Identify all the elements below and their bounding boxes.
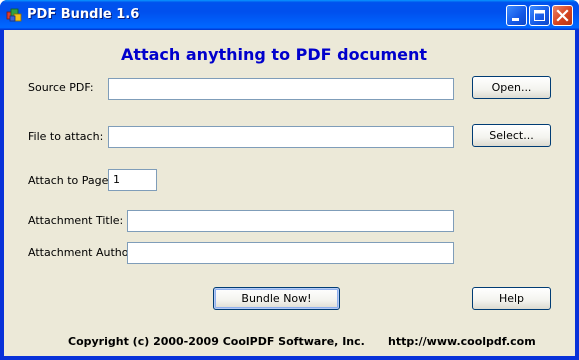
window-title: PDF Bundle 1.6 xyxy=(27,7,140,22)
maximize-button[interactable] xyxy=(529,5,550,26)
help-button[interactable]: Help xyxy=(472,287,551,310)
close-button[interactable] xyxy=(552,5,573,26)
file-to-attach-input[interactable] xyxy=(108,126,454,148)
website-link[interactable]: http://www.coolpdf.com xyxy=(388,335,536,348)
minimize-icon xyxy=(512,18,519,21)
copyright-text: Copyright (c) 2000-2009 CoolPDF Software… xyxy=(68,335,365,348)
open-button[interactable]: Open... xyxy=(472,76,551,99)
maximize-icon xyxy=(534,10,545,21)
app-icon[interactable] xyxy=(6,7,22,23)
select-button[interactable]: Select... xyxy=(472,124,551,147)
client-area: Attach anything to PDF document Source P… xyxy=(4,30,575,356)
attachment-title-input[interactable] xyxy=(127,210,454,232)
attachment-author-label: Attachment Author: xyxy=(28,246,137,259)
page-heading: Attach anything to PDF document xyxy=(120,45,428,64)
minimize-button[interactable] xyxy=(506,5,527,26)
file-to-attach-label: File to attach: xyxy=(28,130,104,143)
attach-to-page-input[interactable]: 1 xyxy=(108,169,157,191)
source-pdf-input[interactable] xyxy=(108,78,454,100)
attachment-author-input[interactable] xyxy=(127,242,454,264)
attach-to-page-label: Attach to Page xyxy=(28,174,109,187)
app-window: PDF Bundle 1.6 Attach anything to PDF do… xyxy=(0,0,579,360)
close-icon xyxy=(556,9,569,22)
bundle-now-button[interactable]: Bundle Now! xyxy=(213,287,340,310)
source-pdf-label: Source PDF: xyxy=(28,81,94,94)
attachment-title-label: Attachment Title: xyxy=(28,214,124,227)
title-bar[interactable]: PDF Bundle 1.6 xyxy=(0,0,579,30)
